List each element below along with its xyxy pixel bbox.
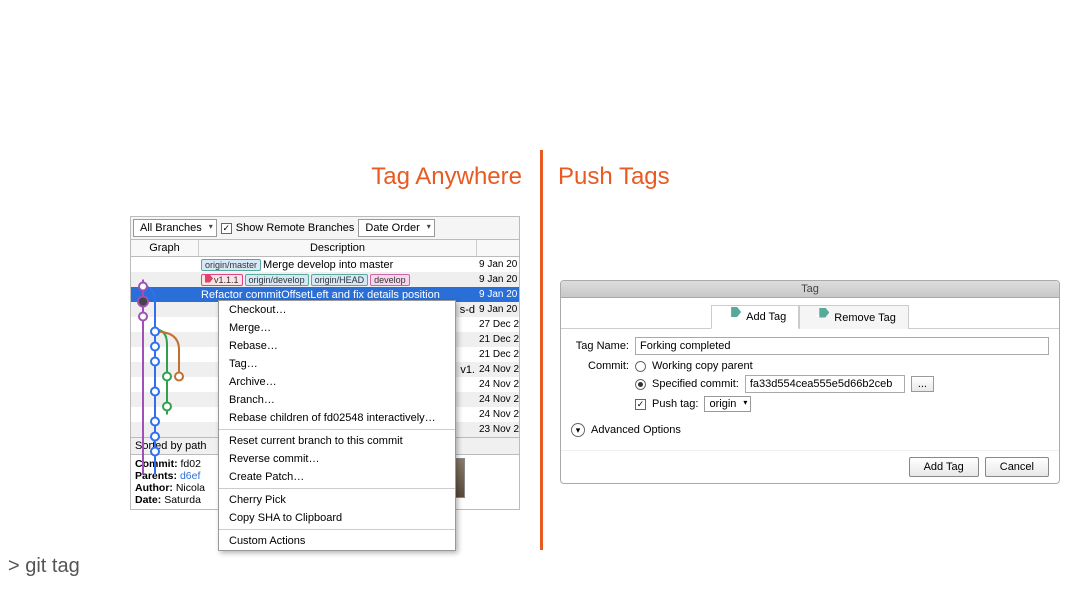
push-tag-label: Push tag: [652,398,698,410]
ctx-archive[interactable]: Archive… [219,373,455,391]
tag-icon [819,308,829,318]
order-dropdown[interactable]: Date Order [358,219,434,237]
branch-badge: origin/develop [245,274,309,286]
context-menu: Checkout… Merge… Rebase… Tag… Archive… B… [218,300,456,551]
radio-working-copy[interactable] [635,361,646,372]
col-date [477,240,519,256]
dialog-title: Tag [561,281,1059,298]
ctx-create-patch[interactable]: Create Patch… [219,468,455,486]
browse-button[interactable]: ... [911,376,934,392]
vertical-divider [540,150,543,550]
commit-label: Commit: [571,360,629,372]
tag-name-label: Tag Name: [571,340,629,352]
col-description: Description [199,240,477,256]
ctx-tag[interactable]: Tag… [219,355,455,373]
tab-add-tag[interactable]: Add Tag [711,305,799,329]
push-tag-checkbox[interactable] [635,399,646,410]
ctx-reset[interactable]: Reset current branch to this commit [219,432,455,450]
tag-dialog: Tag Add Tag Remove Tag Tag Name: Forking… [560,280,1060,484]
ctx-rebase-children[interactable]: Rebase children of fd02548 interactively… [219,409,455,427]
branch-badge: develop [370,274,410,286]
toolbar: All Branches Show Remote Branches Date O… [130,216,520,240]
ctx-separator [219,429,455,430]
ctx-cherry-pick[interactable]: Cherry Pick [219,491,455,509]
push-remote-select[interactable]: origin [704,396,751,412]
tag-dialog-panel: Tag Add Tag Remove Tag Tag Name: Forking… [560,280,1060,484]
chevron-down-icon[interactable]: ▾ [571,423,585,437]
table-row[interactable]: origin/master Merge develop into master9… [131,257,519,272]
ctx-reverse[interactable]: Reverse commit… [219,450,455,468]
ctx-separator [219,529,455,530]
tag-icon [731,307,741,317]
branch-badge: origin/master [201,259,261,271]
ctx-checkout[interactable]: Checkout… [219,301,455,319]
ctx-copy-sha[interactable]: Copy SHA to Clipboard [219,509,455,527]
ctx-rebase[interactable]: Rebase… [219,337,455,355]
branch-badge: origin/HEAD [311,274,369,286]
command-line: > git tag [8,555,80,578]
radio-working-copy-label: Working copy parent [652,360,753,372]
specified-commit-input[interactable]: fa33d554cea555e5d66b2ceb [745,375,905,393]
col-graph: Graph [131,240,199,256]
show-remote-label: Show Remote Branches [236,222,355,234]
dialog-tabs: Add Tag Remove Tag [561,298,1059,329]
tag-badge: v1.1.1 [201,274,243,286]
title-left: Tag Anywhere [0,163,540,191]
branches-dropdown[interactable]: All Branches [133,219,217,237]
tag-name-input[interactable]: Forking completed [635,337,1049,355]
title-right: Push Tags [540,163,670,191]
table-row[interactable]: v1.1.1origin/developorigin/HEADdevelop9 … [131,272,519,287]
ctx-separator [219,488,455,489]
ctx-branch[interactable]: Branch… [219,391,455,409]
radio-specified-commit[interactable] [635,379,646,390]
cancel-button[interactable]: Cancel [985,457,1049,477]
tab-remove-tag[interactable]: Remove Tag [799,305,909,329]
advanced-options-label[interactable]: Advanced Options [591,424,681,436]
show-remote-checkbox[interactable] [221,223,232,234]
ctx-merge[interactable]: Merge… [219,319,455,337]
ctx-custom-actions[interactable]: Custom Actions [219,532,455,550]
radio-specified-label: Specified commit: [652,378,739,390]
add-tag-button[interactable]: Add Tag [909,457,979,477]
table-header: Graph Description [130,240,520,257]
